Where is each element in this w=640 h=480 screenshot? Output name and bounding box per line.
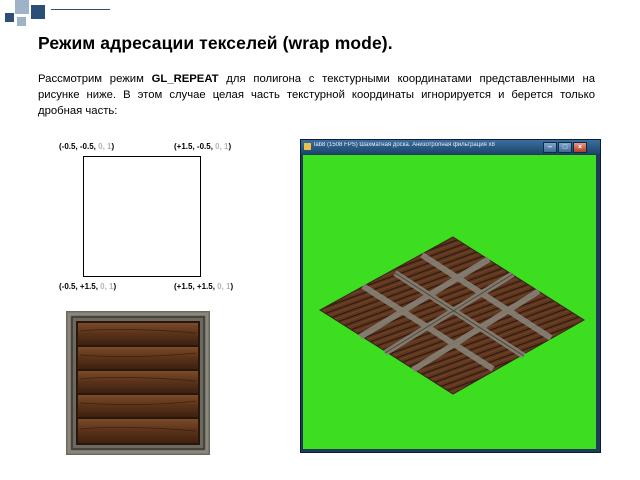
- render-viewport[interactable]: [303, 155, 596, 449]
- slide-paragraph: Рассмотрим режим GL_REPEAT для полигона …: [38, 73, 595, 117]
- app-window: lab8 (1508 FPS) Шахматная доска. Анизотр…: [300, 139, 601, 453]
- keyword-gl-repeat: GL_REPEAT: [151, 73, 219, 85]
- maximize-button[interactable]: □: [558, 142, 572, 153]
- corner-label-top-right: (+1.5, -0.5, 0, 1): [174, 142, 232, 151]
- wood-crate-texture: [66, 311, 210, 455]
- corner-label-bottom-right: (+1.5, +1.5, 0, 1): [174, 282, 234, 291]
- close-button[interactable]: ×: [573, 142, 587, 153]
- window-title: lab8 (1508 FPS) Шахматная доска. Анизотр…: [314, 142, 495, 148]
- window-titlebar[interactable]: lab8 (1508 FPS) Шахматная доска. Анизотр…: [301, 140, 600, 154]
- corner-label-top-left: (-0.5, -0.5, 0, 1): [59, 142, 115, 151]
- slide-title: Режим адресации текселей (wrap mode).: [38, 33, 393, 53]
- app-window-icon: [304, 143, 311, 150]
- corner-label-bottom-left: (-0.5, +1.5, 0, 1): [59, 282, 117, 291]
- minimize-button[interactable]: –: [543, 142, 557, 153]
- textured-plane: [319, 236, 585, 395]
- polygon-quad: [83, 156, 201, 277]
- corner-squares-decoration: [0, 0, 110, 26]
